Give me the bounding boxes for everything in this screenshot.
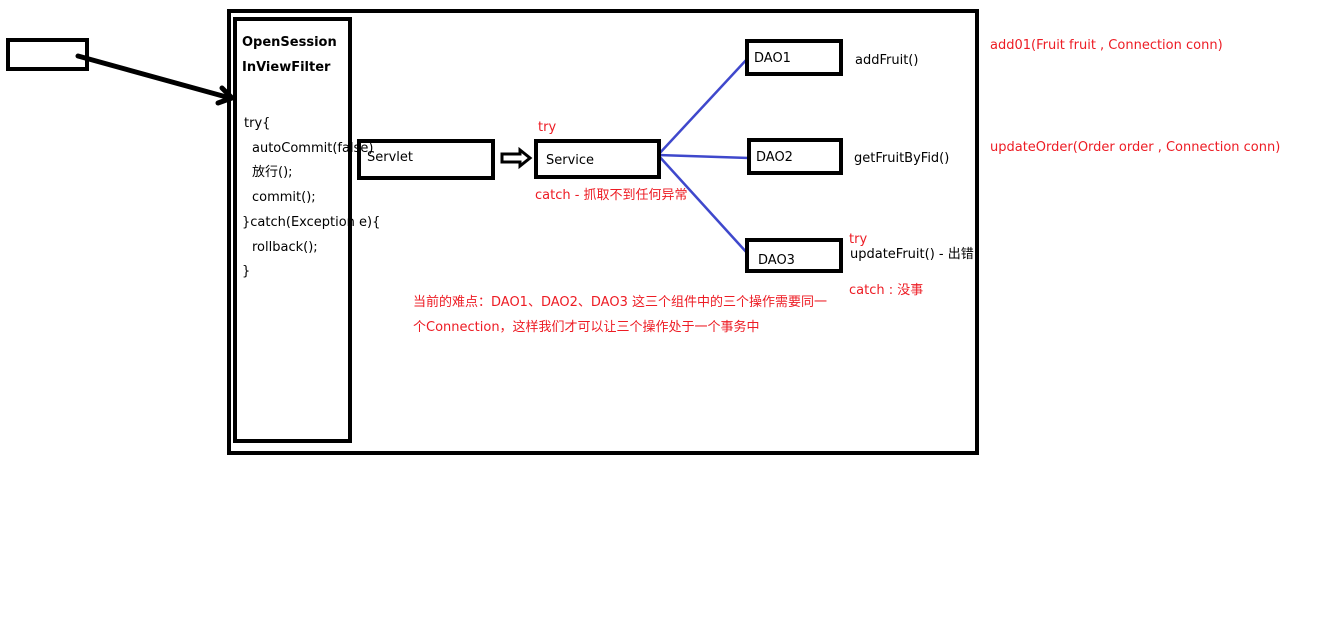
signature-add: add01(Fruit fruit , Connection conn) [990,38,1223,53]
filter-title-line1: OpenSession [242,35,337,50]
dao1-label: DAO1 [754,51,791,66]
dao2-method: getFruitByFid() [854,151,950,166]
dao2-label: DAO2 [756,150,793,165]
filter-code-line: commit(); [252,190,316,205]
filter-code-line: rollback(); [252,240,318,255]
service-label: Service [546,153,595,168]
filter-code-line: } [242,264,251,279]
dao3-catch-label: catch : 没事 [849,283,924,298]
request-arrow-line [75,53,233,101]
service-try-label: try [538,120,557,135]
filter-code-line: }catch(Exception e){ [242,215,381,230]
signature-update: updateOrder(Order order , Connection con… [990,140,1281,155]
filter-code-line: try{ [244,116,271,131]
client-box [6,38,89,71]
filter-code-line: 放行(); [252,165,293,180]
dao3-method: updateFruit() - 出错 [850,247,974,262]
note-line2: 个Connection，这样我们才可以让三个操作处于一个事务中 [413,320,760,335]
dao3-try-label: try [849,232,868,247]
dao3-label: DAO3 [758,253,795,268]
filter-code-line: autoCommit(false) [252,141,374,156]
filter-title-line2: InViewFilter [242,60,331,75]
dao1-method: addFruit() [855,53,919,68]
servlet-label: Servlet [367,150,413,165]
note-line1: 当前的难点：DAO1、DAO2、DAO3 这三个组件中的三个操作需要同一 [413,295,827,310]
service-catch-label: catch - 抓取不到任何异常 [535,188,688,203]
